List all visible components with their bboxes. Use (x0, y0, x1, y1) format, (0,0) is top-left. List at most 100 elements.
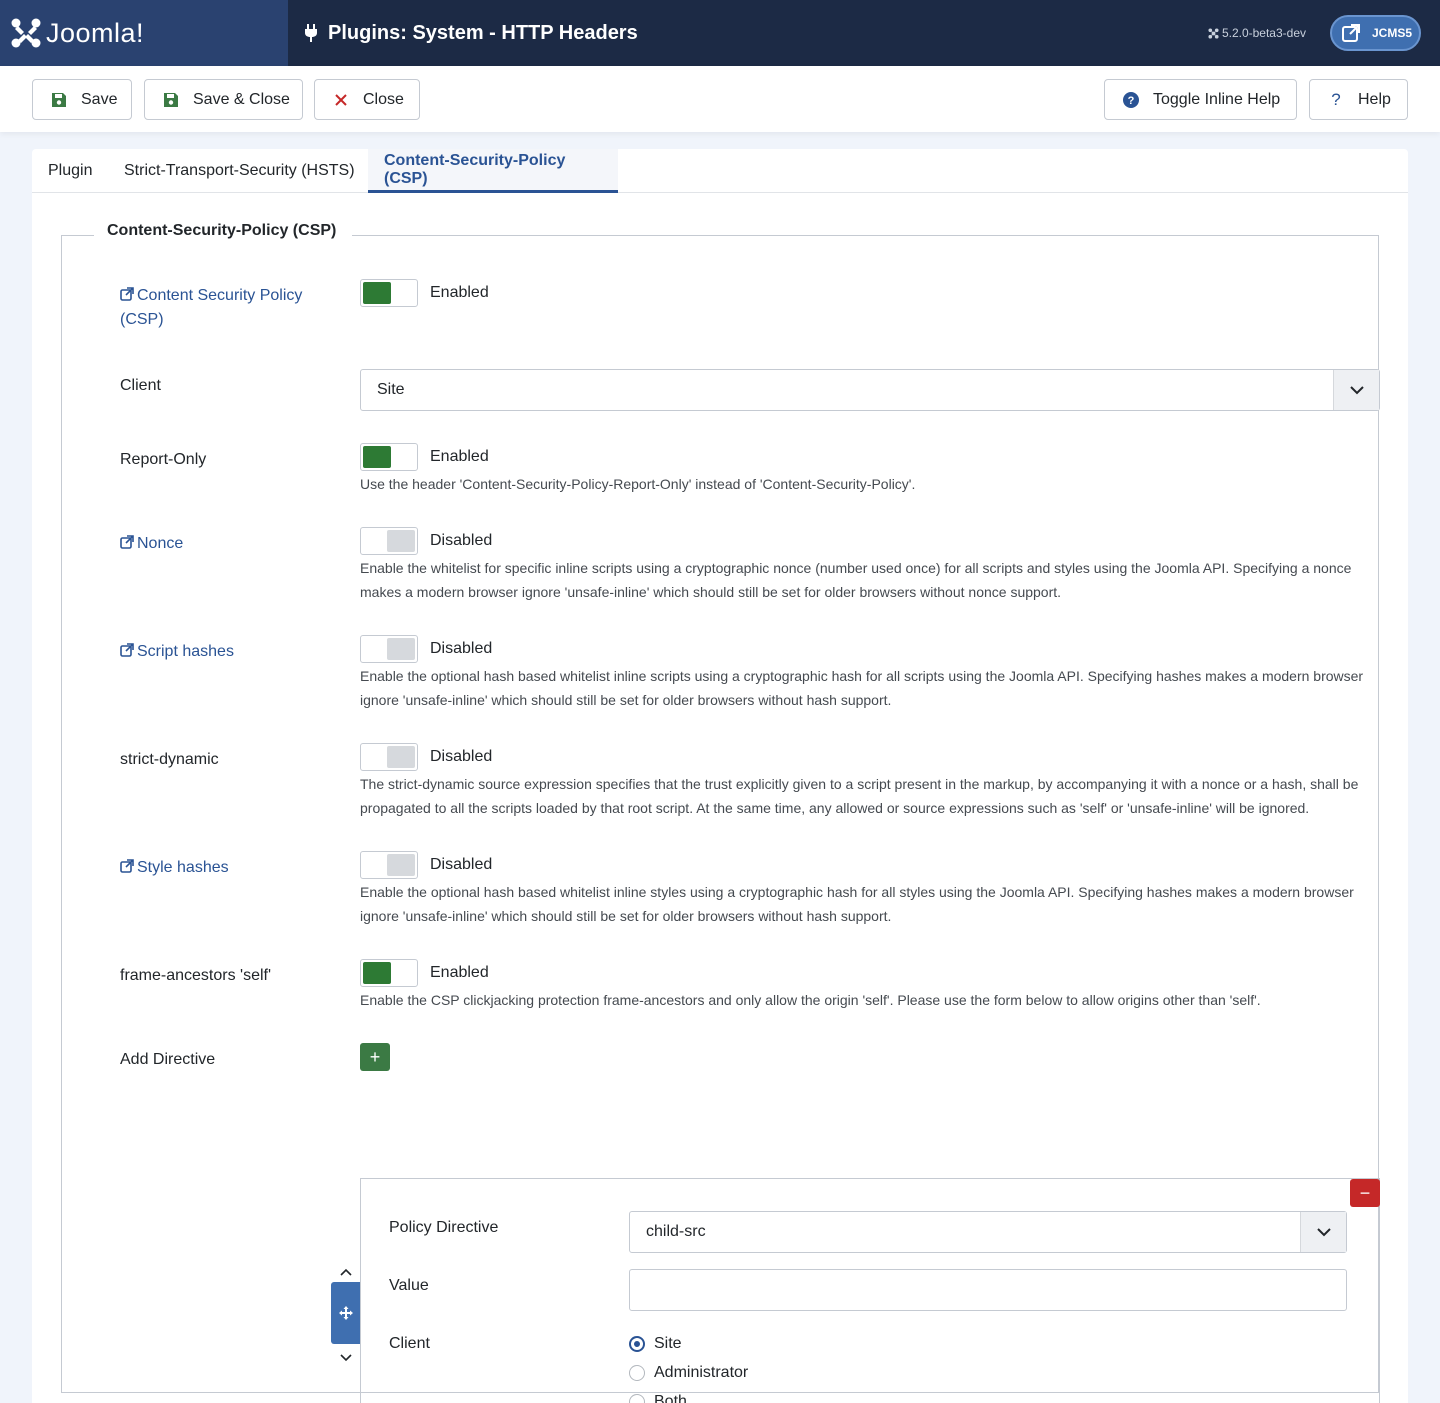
chevron-down-icon[interactable] (338, 1352, 354, 1364)
report-only-switch[interactable] (360, 443, 418, 471)
script-hashes-label-text: Script hashes (137, 643, 234, 660)
radio-label: Site (654, 1335, 682, 1352)
version-badge: 5.2.0-beta3-dev (1208, 26, 1306, 40)
app-header: Joomla! Plugins: System - HTTP Headers 5… (0, 0, 1440, 66)
client-select-value: Site (377, 381, 405, 398)
save-icon (52, 92, 66, 107)
close-label: Close (363, 90, 404, 108)
nonce-desc-line2: makes a modern browser ignore 'unsafe-in… (360, 584, 1062, 600)
style-hashes-desc-line2: ignore 'unsafe-inline' which should stil… (360, 908, 892, 924)
style-hashes-desc-line1: Enable the optional hash based whitelist… (360, 884, 1354, 900)
directive-subform-row: − Policy Directive child-src Value Clien… (360, 1178, 1380, 1403)
joomla-small-icon (1208, 27, 1219, 39)
policy-directive-label: Policy Directive (389, 1219, 499, 1236)
external-link-icon (120, 287, 134, 301)
nonce-desc-line1: Enable the whitelist for specific inline… (360, 560, 1352, 576)
csp-label-line2: (CSP) (120, 311, 164, 328)
script-hashes-label[interactable]: Script hashes (120, 640, 234, 664)
radio-unchecked-icon (629, 1365, 645, 1381)
help-button[interactable]: ? Help (1309, 79, 1408, 120)
question-icon: ? (1331, 89, 1341, 109)
style-hashes-label-text: Style hashes (137, 859, 229, 876)
tab-csp[interactable]: Content-Security-Policy (CSP) (368, 149, 618, 193)
radio-label: Administrator (654, 1364, 749, 1381)
csp-state: Enabled (430, 284, 489, 301)
script-hashes-desc-line1: Enable the optional hash based whitelist… (360, 668, 1364, 684)
toggle-inline-help-button[interactable]: ? Toggle Inline Help (1104, 79, 1297, 120)
help-label: Help (1358, 90, 1391, 108)
save-button[interactable]: Save (32, 79, 132, 120)
move-handle[interactable] (331, 1282, 361, 1344)
close-icon (335, 93, 347, 106)
report-only-label: Report-Only (120, 451, 207, 468)
style-hashes-state: Disabled (430, 856, 493, 873)
switch-knob (387, 854, 415, 876)
minus-icon: − (1359, 1182, 1371, 1203)
joomla-logo[interactable]: Joomla! (0, 0, 288, 66)
policy-directive-value: child-src (646, 1223, 706, 1240)
subform-client-label: Client (389, 1335, 430, 1352)
save-icon (164, 92, 178, 107)
strict-dynamic-desc-line1: The strict-dynamic source expression spe… (360, 776, 1359, 792)
strict-dynamic-label: strict-dynamic (120, 751, 219, 768)
client-label: Client (120, 377, 161, 394)
csp-switch[interactable] (360, 279, 418, 307)
page-title: Plugins: System - HTTP Headers (304, 22, 638, 45)
client-radio-both[interactable]: Both (629, 1393, 687, 1403)
client-radio-site[interactable]: Site (629, 1335, 682, 1353)
client-select[interactable]: Site (360, 369, 1380, 411)
external-link-icon (120, 643, 134, 657)
save-close-label: Save & Close (193, 90, 290, 108)
nonce-desc: Enable the whitelist for specific inline… (360, 556, 1380, 604)
chevron-down-icon (1300, 1212, 1346, 1252)
close-button[interactable]: Close (314, 79, 420, 120)
strict-dynamic-desc-line2: propagated to all the scripts loaded by … (360, 800, 1310, 816)
switch-knob (387, 530, 415, 552)
svg-text:?: ? (1128, 95, 1135, 107)
tab-hsts[interactable]: Strict-Transport-Security (HSTS) (108, 149, 371, 193)
chevron-up-icon[interactable] (338, 1266, 354, 1278)
csp-label-line1: Content Security Policy (137, 287, 303, 304)
value-label: Value (389, 1277, 429, 1294)
switch-knob (363, 282, 391, 304)
remove-directive-button[interactable]: − (1350, 1179, 1380, 1207)
value-input[interactable] (629, 1269, 1347, 1311)
move-icon (339, 1306, 353, 1320)
nonce-state: Disabled (430, 532, 493, 549)
chevron-down-icon (1333, 370, 1379, 410)
nonce-label[interactable]: Nonce (120, 532, 183, 556)
style-hashes-switch[interactable] (360, 851, 418, 879)
policy-directive-select[interactable]: child-src (629, 1211, 1347, 1253)
save-close-button[interactable]: Save & Close (144, 79, 303, 120)
content-card: Plugin Strict-Transport-Security (HSTS) … (32, 149, 1408, 1403)
strict-dynamic-switch[interactable] (360, 743, 418, 771)
style-hashes-label[interactable]: Style hashes (120, 856, 229, 880)
nonce-switch[interactable] (360, 527, 418, 555)
joomla-logo-icon (11, 18, 41, 48)
nonce-label-text: Nonce (137, 535, 184, 552)
radio-unchecked-icon (629, 1394, 645, 1403)
script-hashes-switch[interactable] (360, 635, 418, 663)
csp-fieldset: Content-Security-Policy (CSP) Content Se… (61, 222, 1380, 1403)
style-hashes-desc: Enable the optional hash based whitelist… (360, 880, 1380, 928)
switch-knob (387, 746, 415, 768)
radio-checked-icon (629, 1336, 645, 1352)
site-link-button[interactable]: JCMS5 (1330, 15, 1421, 51)
version-text: 5.2.0-beta3-dev (1221, 26, 1306, 40)
external-link-icon (120, 535, 134, 549)
plug-icon (305, 24, 317, 42)
frame-ancestors-switch[interactable] (360, 959, 418, 987)
tab-plugin[interactable]: Plugin (32, 149, 108, 193)
frame-ancestors-desc: Enable the CSP clickjacking protection f… (360, 992, 1261, 1008)
external-link-icon (120, 859, 134, 873)
add-directive-button[interactable]: + (360, 1043, 390, 1071)
tab-bar: Plugin Strict-Transport-Security (HSTS) … (32, 149, 1408, 193)
script-hashes-state: Disabled (430, 640, 493, 657)
csp-label[interactable]: Content Security Policy (CSP) (120, 284, 302, 332)
toolbar: Save Save & Close Close ? Toggle Inline … (0, 66, 1440, 132)
question-circle-icon: ? (1123, 91, 1139, 108)
external-link-icon (1342, 24, 1360, 42)
client-radio-administrator[interactable]: Administrator (629, 1364, 748, 1382)
site-button-label: JCMS5 (1372, 26, 1413, 40)
page-title-text: Plugins: System - HTTP Headers (328, 21, 638, 44)
